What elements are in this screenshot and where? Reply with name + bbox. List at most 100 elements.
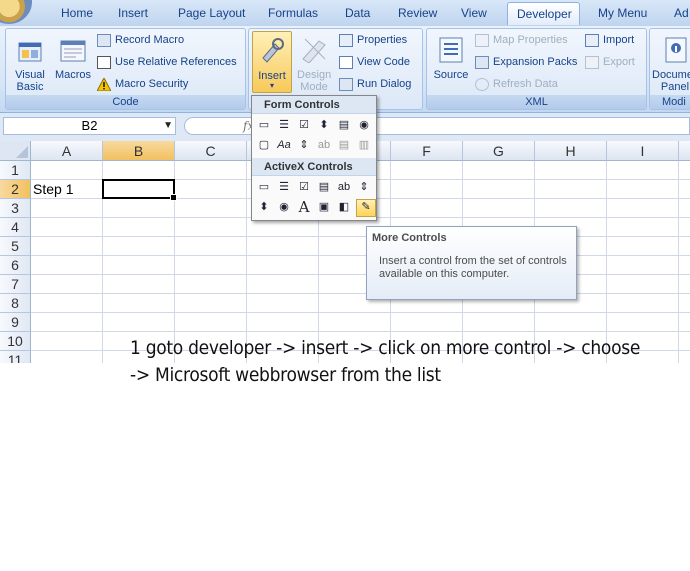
activex-label-icon[interactable]: A [296,199,312,215]
macro-security-button[interactable]: Macro Security [97,75,188,93]
column-header-b[interactable]: B [103,141,175,161]
fill-handle[interactable] [170,194,177,201]
combo-box-control-icon[interactable]: ▭ [256,117,272,133]
properties-button[interactable]: Properties [339,31,407,49]
row-header-1[interactable]: 1 [0,161,31,180]
row-header-3[interactable]: 3 [0,199,31,218]
tab-home[interactable]: Home [61,6,93,22]
row-header-2[interactable]: 2 [0,180,31,199]
export-button[interactable]: Export [585,53,635,71]
visual-basic-icon [18,42,42,62]
label-control-icon[interactable]: Aa [276,137,292,153]
option-button-control-icon[interactable]: ◉ [356,117,372,133]
activex-combo-box-icon[interactable]: ☰ [276,179,292,195]
modify-group-label: Modi [650,95,690,109]
column-header-g[interactable]: G [463,141,535,161]
tab-review[interactable]: Review [398,6,437,22]
tab-page-layout[interactable]: Page Layout [178,6,245,22]
macros-icon [60,40,86,62]
row-header-4[interactable]: 4 [0,218,31,237]
tab-add-ins[interactable]: Ad [674,6,689,22]
record-macro-button[interactable]: Record Macro [97,31,184,49]
select-all-corner[interactable] [0,141,31,161]
checkbox-control-icon[interactable]: ☑ [296,117,312,133]
grid-line [31,331,690,332]
activex-scroll-bar-icon[interactable]: ⇕ [356,179,372,195]
select-all-triangle-icon [16,146,28,158]
insert-controls-icon [262,38,284,63]
activex-list-box-icon[interactable]: ▤ [316,179,332,195]
design-mode-icon [302,38,326,64]
chevron-down-icon[interactable]: ▼ [163,118,173,134]
macros-button[interactable]: Macros [52,35,94,81]
list-box-control-icon[interactable]: ▤ [336,117,352,133]
combo-list-edit-control-icon[interactable]: ▤ [336,137,352,153]
group-box-control-icon[interactable]: ▢ [256,137,272,153]
refresh-icon [475,77,489,91]
tab-formulas[interactable]: Formulas [268,6,318,22]
row-header-9[interactable]: 9 [0,313,31,332]
grid-line [678,161,679,363]
activex-checkbox-icon[interactable]: ☑ [296,179,312,195]
expansion-packs-button[interactable]: Expansion Packs [475,53,577,71]
cell-a2[interactable]: Step 1 [33,181,73,197]
import-button[interactable]: Import [585,31,634,49]
run-dialog-button[interactable]: Run Dialog [339,75,411,93]
map-properties-button[interactable]: Map Properties [475,31,568,49]
column-header-h[interactable]: H [535,141,607,161]
form-controls-heading: Form Controls [252,96,376,114]
tab-developer[interactable]: Developer [507,2,580,25]
office-button[interactable] [0,0,32,24]
tab-my-menu[interactable]: My Menu [598,6,647,22]
design-mode-button[interactable]: Design Mode [293,35,335,93]
activex-command-button-icon[interactable]: ▭ [256,179,272,195]
source-button[interactable]: Source [430,35,472,81]
scroll-bar-control-icon[interactable]: ⇕ [296,137,312,153]
combo-dropdown-edit-control-icon[interactable]: ▥ [356,137,372,153]
use-relative-references-button[interactable]: Use Relative References [97,53,237,71]
tab-data[interactable]: Data [345,6,370,22]
text-field-control-icon[interactable]: ab [316,137,332,153]
row-header-7[interactable]: 7 [0,275,31,294]
more-controls-icon[interactable]: ✎ [356,199,376,217]
code-group: Visual Basic Macros Record Macro Use Rel… [5,28,246,110]
run-dialog-icon [339,77,353,91]
view-code-button[interactable]: View Code [339,53,410,71]
row-header-10[interactable]: 10 [0,332,31,351]
refresh-data-button[interactable]: Refresh Data [475,75,558,93]
grid-line [31,312,690,313]
grid-line [31,274,690,275]
column-header-a[interactable]: A [31,141,103,161]
grid-line [606,161,607,363]
document-panel-button[interactable]: Document Panel [652,35,690,93]
visual-basic-button[interactable]: Visual Basic [9,35,51,93]
spin-button-control-icon[interactable]: ⬍ [316,117,332,133]
instruction-line-1: 1 goto developer -> insert -> click on m… [130,337,641,359]
tab-view[interactable]: View [461,6,487,22]
activex-spin-button-icon[interactable]: ⬍ [256,199,272,215]
activex-image-icon[interactable]: ▣ [316,199,332,215]
relative-references-icon [97,55,111,69]
chevron-down-icon: ▾ [269,81,274,90]
import-icon [585,33,599,47]
tab-insert[interactable]: Insert [118,6,148,22]
row-header-8[interactable]: 8 [0,294,31,313]
row-header-6[interactable]: 6 [0,256,31,275]
list-box-control-icon[interactable]: ☰ [276,117,292,133]
selected-cell-b2[interactable] [102,179,177,201]
activex-option-button-icon[interactable]: ◉ [276,199,292,215]
properties-icon [339,33,353,47]
column-header-c[interactable]: C [175,141,247,161]
more-controls-tooltip: More Controls Insert a control from the … [366,226,577,300]
activex-text-box-icon[interactable]: ab [336,179,352,195]
column-header-i[interactable]: I [607,141,679,161]
row-header-5[interactable]: 5 [0,237,31,256]
column-header-f[interactable]: F [391,141,463,161]
activex-toggle-button-icon[interactable]: ◧ [336,199,352,215]
expansion-packs-icon [475,55,489,69]
xml-group: Source Map Properties Expansion Packs Re… [426,28,647,110]
column-header-j[interactable] [679,141,690,161]
name-box[interactable]: B2 ▼ [3,117,176,135]
insert-controls-button[interactable]: Insert ▾ [252,31,292,93]
row-header-11[interactable]: 11 [0,351,31,363]
